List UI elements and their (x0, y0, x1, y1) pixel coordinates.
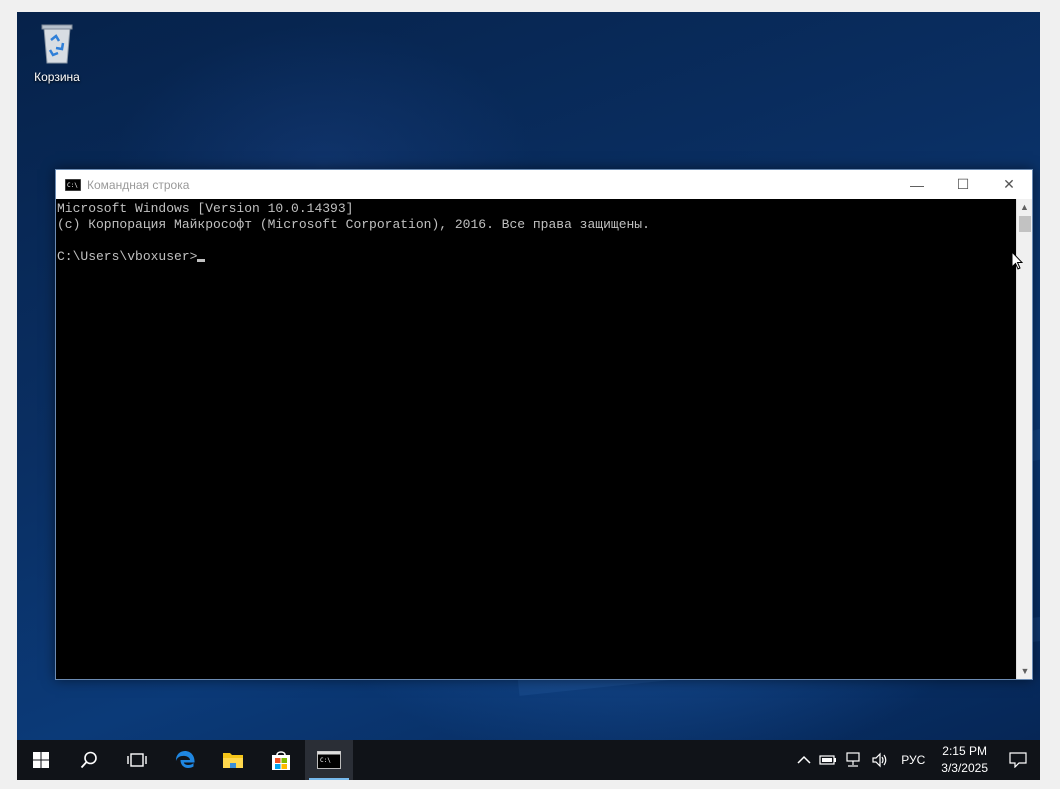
close-button[interactable]: ✕ (986, 170, 1032, 199)
search-button[interactable] (65, 740, 113, 780)
clock-date: 3/3/2025 (941, 761, 988, 775)
console-line: (c) Корпорация Майкрософт (Microsoft Cor… (57, 217, 650, 232)
svg-text:C:\: C:\ (67, 182, 78, 189)
chevron-up-icon (797, 755, 811, 764)
taskbar: C:\ РУС 2:15 PM 3/3/2025 (17, 740, 1040, 780)
window-title: Командная строка (87, 177, 190, 192)
console-line: Microsoft Windows [Version 10.0.14393] (57, 201, 354, 216)
search-icon (80, 751, 97, 769)
store-icon (272, 751, 290, 770)
scroll-up-icon[interactable]: ▲ (1017, 199, 1032, 215)
text-cursor (197, 259, 206, 262)
action-center-button[interactable] (996, 740, 1040, 780)
task-view-button[interactable] (113, 740, 161, 780)
input-language-indicator[interactable]: РУС (893, 740, 933, 780)
clock[interactable]: 2:15 PM 3/3/2025 (933, 740, 996, 780)
console-output[interactable]: Microsoft Windows [Version 10.0.14393] (c… (56, 199, 1016, 679)
battery-tray-button[interactable] (815, 740, 841, 780)
edge-taskbar-button[interactable] (161, 740, 209, 780)
battery-icon (819, 755, 837, 765)
show-hidden-icons-button[interactable] (793, 740, 815, 780)
store-taskbar-button[interactable] (257, 740, 305, 780)
scroll-thumb[interactable] (1019, 216, 1031, 232)
notification-icon (1009, 752, 1027, 768)
start-button[interactable] (17, 740, 65, 780)
scroll-down-icon[interactable]: ▼ (1017, 663, 1033, 679)
windows-logo-icon (33, 752, 49, 768)
desktop: Корзина C:\ Командная строка — ☐ ✕ Micro… (17, 12, 1040, 780)
system-tray: РУС 2:15 PM 3/3/2025 (793, 740, 1040, 780)
svg-text:C:\: C:\ (320, 757, 331, 764)
cmd-icon: C:\ (317, 751, 341, 769)
network-tray-button[interactable] (841, 740, 867, 780)
volume-tray-button[interactable] (867, 740, 893, 780)
cmd-window[interactable]: C:\ Командная строка — ☐ ✕ Microsoft Win… (55, 169, 1033, 680)
volume-icon (872, 752, 887, 768)
console-prompt-line[interactable]: C:\Users\vboxuser> (57, 249, 1016, 265)
minimize-button[interactable]: — (894, 170, 940, 199)
mouse-pointer-icon (1011, 251, 1023, 270)
console-prompt: C:\Users\vboxuser> (57, 249, 198, 264)
maximize-button[interactable]: ☐ (940, 170, 986, 199)
cmd-icon: C:\ (65, 178, 81, 191)
recycle-bin-label: Корзина (34, 70, 80, 84)
edge-icon (175, 751, 195, 768)
recycle-bin-shortcut[interactable]: Корзина (26, 20, 88, 90)
recycle-bin-icon (35, 20, 79, 66)
file-explorer-icon (223, 753, 243, 768)
clock-time: 2:15 PM (942, 744, 987, 758)
cmd-taskbar-button[interactable]: C:\ (305, 740, 353, 780)
vertical-scrollbar[interactable]: ▲ ▼ (1016, 199, 1032, 679)
title-bar[interactable]: C:\ Командная строка — ☐ ✕ (56, 170, 1032, 199)
network-icon (846, 752, 860, 767)
task-view-icon (127, 753, 147, 767)
file-explorer-taskbar-button[interactable] (209, 740, 257, 780)
